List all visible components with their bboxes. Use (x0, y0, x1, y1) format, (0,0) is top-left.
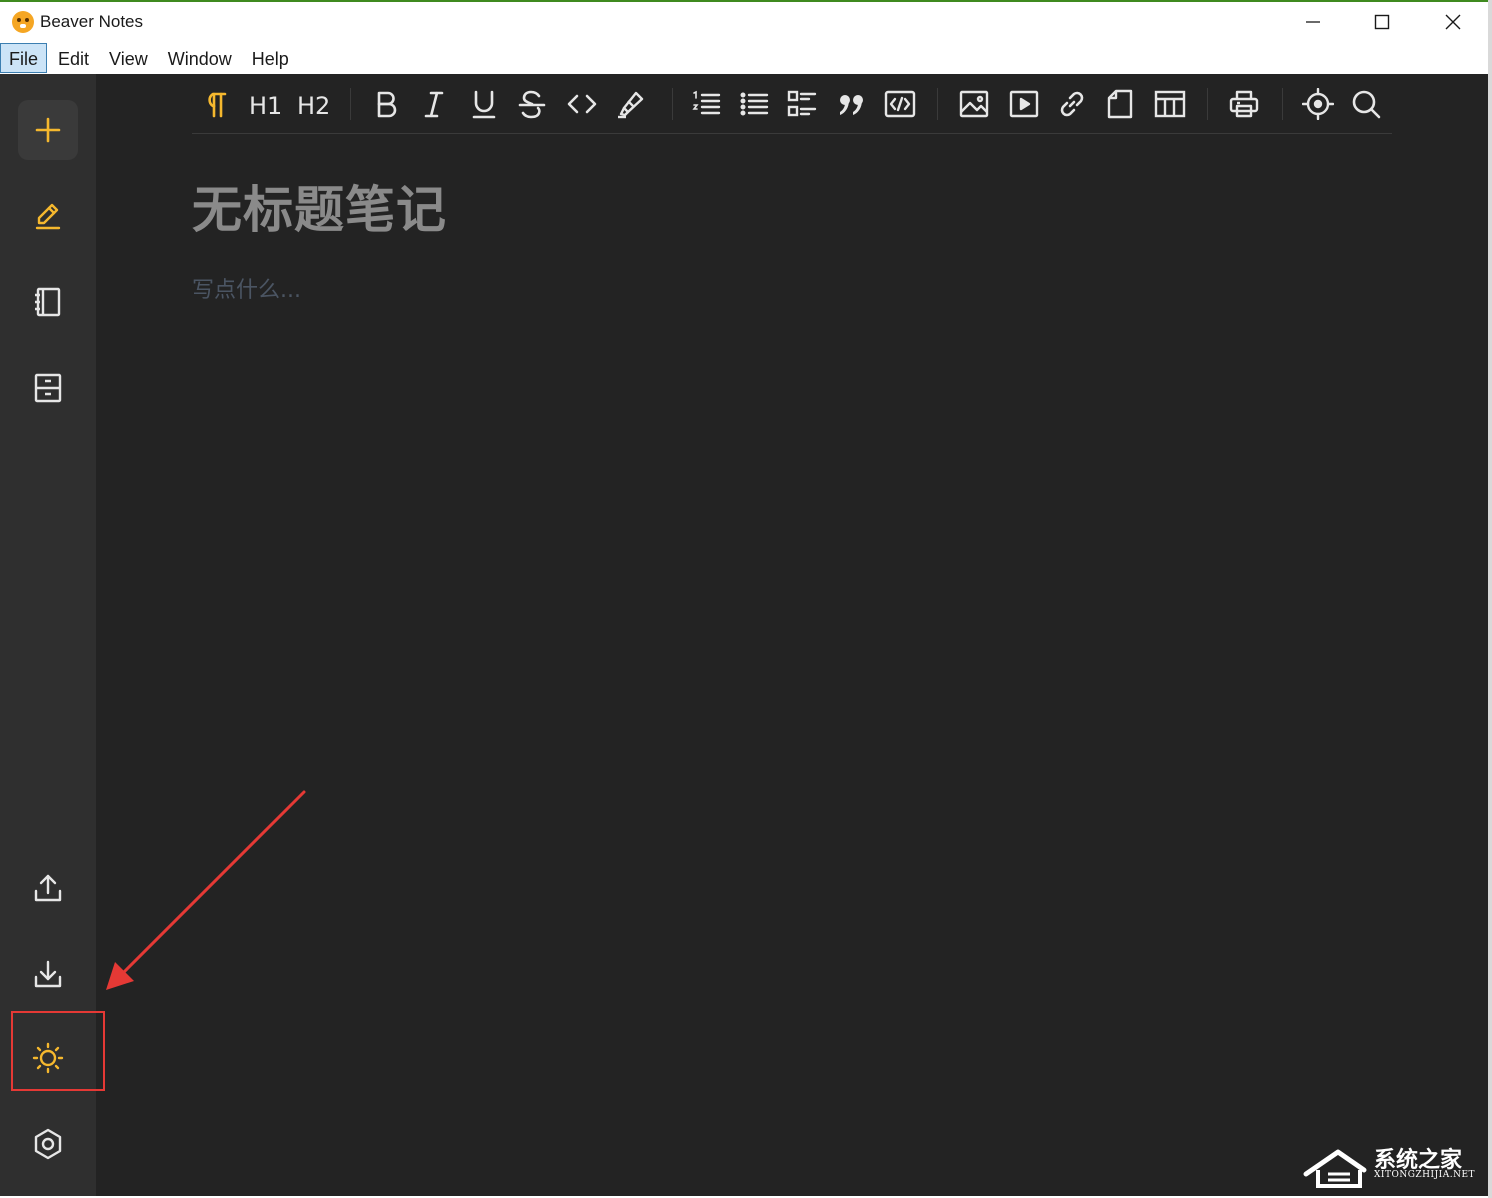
paragraph-icon (208, 92, 227, 118)
link-icon (1060, 91, 1084, 117)
app-area: H1 H2 无标题笔记 写点什么... (0, 74, 1488, 1196)
italic-button[interactable] (414, 86, 454, 122)
plus-icon (35, 117, 61, 143)
pencil-icon (35, 203, 61, 230)
minimize-icon (1306, 21, 1320, 23)
heading2-button[interactable]: H2 (292, 86, 332, 122)
code-icon (567, 94, 597, 114)
toolbar-separator (672, 88, 673, 120)
note-body-placeholder[interactable]: 写点什么... (192, 272, 301, 304)
folders-button[interactable] (18, 272, 78, 332)
watermark: 系统之家 XITONGZHIJIA.NET (1302, 1140, 1482, 1190)
beaver-app-icon (12, 11, 34, 33)
close-icon (1445, 14, 1461, 30)
menu-file[interactable]: File (0, 43, 48, 73)
search-icon (1352, 90, 1381, 119)
import-button[interactable] (18, 944, 78, 1004)
title-bar: Beaver Notes (0, 2, 1488, 42)
highlighter-icon (618, 91, 644, 119)
underline-button[interactable] (464, 86, 504, 122)
video-icon (1009, 90, 1039, 118)
download-icon (34, 960, 62, 988)
menu-bar: File Edit View Window Help (0, 42, 1488, 74)
watermark-url: XITONGZHIJIA.NET (1374, 1170, 1476, 1180)
checklist-icon (787, 90, 817, 117)
quote-icon (840, 95, 863, 115)
maximize-button[interactable] (1347, 2, 1417, 42)
paragraph-button[interactable] (196, 86, 236, 122)
quote-button[interactable] (832, 86, 872, 122)
ordered-list-button[interactable] (686, 86, 726, 122)
bold-icon (377, 91, 397, 118)
bold-button[interactable] (366, 86, 406, 122)
inline-code-button[interactable] (562, 86, 602, 122)
strikethrough-button[interactable] (512, 86, 552, 122)
file-button[interactable] (1100, 86, 1140, 122)
new-note-button[interactable] (18, 100, 78, 160)
bullet-list-icon (740, 92, 769, 116)
table-icon (1154, 90, 1186, 118)
highlight-button[interactable] (610, 86, 650, 122)
link-button[interactable] (1052, 86, 1092, 122)
image-button[interactable] (954, 86, 994, 122)
heading1-icon: H1 (249, 92, 280, 120)
svg-text:H2: H2 (297, 92, 328, 120)
annotation-highlight-box (11, 1011, 105, 1091)
export-button[interactable] (18, 858, 78, 918)
watermark-logo-icon (1303, 1149, 1367, 1188)
menu-help[interactable]: Help (243, 43, 298, 73)
heading1-button[interactable]: H1 (244, 86, 284, 122)
settings-button[interactable] (18, 1114, 78, 1174)
archive-button[interactable] (18, 358, 78, 418)
archive-icon (34, 373, 62, 403)
code-block-icon (884, 90, 916, 118)
toolbar-separator (937, 88, 938, 120)
underline-icon (472, 90, 496, 119)
window-title: Beaver Notes (40, 12, 143, 31)
checklist-button[interactable] (782, 86, 822, 122)
notes-button[interactable] (18, 186, 78, 246)
print-button[interactable] (1224, 86, 1264, 122)
settings-icon (34, 1128, 62, 1160)
menu-window[interactable]: Window (159, 43, 241, 73)
upload-icon (34, 874, 62, 902)
editor-toolbar: H1 H2 (192, 74, 1392, 134)
focus-button[interactable] (1298, 86, 1338, 122)
maximize-icon (1374, 14, 1390, 30)
menu-edit[interactable]: Edit (49, 43, 98, 73)
print-icon (1229, 90, 1259, 118)
toolbar-separator (350, 88, 351, 120)
table-button[interactable] (1150, 86, 1190, 122)
menu-view[interactable]: View (100, 43, 157, 73)
note-title[interactable]: 无标题笔记 (192, 170, 447, 242)
bullet-list-button[interactable] (734, 86, 774, 122)
ordered-list-icon (692, 90, 721, 115)
video-button[interactable] (1004, 86, 1044, 122)
notebook-icon (35, 287, 61, 317)
italic-icon (424, 91, 444, 118)
focus-icon (1302, 88, 1334, 120)
strikethrough-icon (518, 90, 546, 119)
image-icon (959, 90, 989, 118)
code-block-button[interactable] (880, 86, 920, 122)
window-right-edge (1488, 0, 1492, 1198)
heading2-icon: H2 (297, 92, 328, 120)
file-icon (1107, 89, 1133, 119)
svg-text:H1: H1 (249, 92, 280, 120)
toolbar-separator (1207, 88, 1208, 120)
search-button[interactable] (1346, 86, 1386, 122)
minimize-button[interactable] (1278, 2, 1348, 42)
close-button[interactable] (1418, 2, 1488, 42)
toolbar-separator (1282, 88, 1283, 120)
